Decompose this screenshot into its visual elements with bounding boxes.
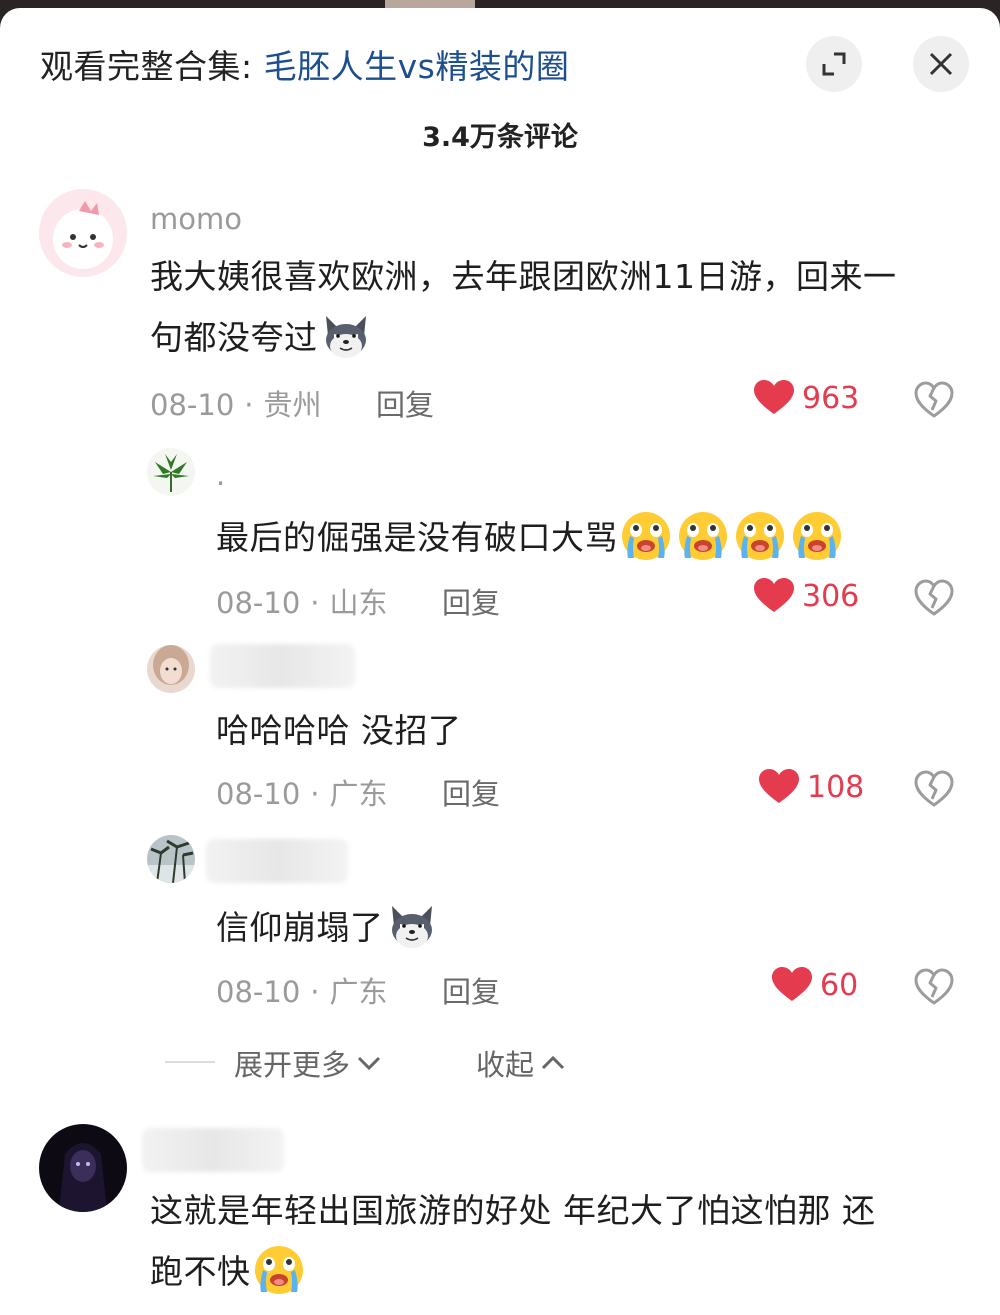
comment-text: 最后的倔强是没有破口大骂 — [216, 506, 936, 567]
sly-wolf-emoji — [384, 896, 440, 952]
like-count: 963 — [802, 380, 860, 416]
like-count: 306 — [802, 578, 860, 614]
broken-heart-icon[interactable] — [914, 578, 954, 618]
heart-icon — [754, 380, 794, 416]
expand-button[interactable] — [806, 36, 862, 92]
video-preview-strip — [385, 0, 475, 8]
username-blurred[interactable] — [142, 1128, 284, 1172]
heart-icon — [759, 769, 799, 805]
collapse-button[interactable]: 收起 — [476, 1042, 566, 1084]
heart-icon — [772, 967, 812, 1003]
comment-meta: 08-10 · 广东 — [216, 975, 388, 1009]
comment-count: 3.4万条评论 — [422, 122, 578, 153]
comment-location: 山东 — [329, 586, 388, 620]
comment-text: 这就是年轻出国旅游的好处 年纪大了怕这怕那 还 跑不快 — [150, 1182, 950, 1301]
comment-date: 08-10 — [216, 975, 301, 1009]
chevron-up-icon — [541, 1055, 565, 1070]
comment-date: 08-10 — [216, 777, 301, 811]
like-button[interactable]: 60 — [772, 967, 858, 1003]
thread-divider — [165, 1061, 215, 1063]
broken-heart-icon[interactable] — [914, 967, 954, 1007]
comment-location: 广东 — [329, 975, 388, 1009]
broken-heart-icon[interactable] — [914, 769, 954, 809]
comment-text: 哈哈哈哈 没招了 — [216, 711, 462, 750]
comment-text-line: 这就是年轻出国旅游的好处 年纪大了怕这怕那 还 — [150, 1191, 876, 1230]
reply-button[interactable]: 回复 — [376, 382, 434, 424]
like-count: 108 — [807, 769, 865, 805]
comment-location: 贵州 — [263, 388, 322, 422]
comment-text: 信仰崩塌了 — [216, 896, 936, 957]
comment-meta: 08-10 · 广东 — [216, 777, 388, 811]
plant-avatar-image — [153, 454, 189, 492]
dark-character-avatar-image — [59, 1143, 107, 1212]
like-button[interactable]: 108 — [759, 769, 864, 805]
palm-trees-avatar-image — [147, 839, 195, 883]
crying-face-emoji — [251, 1240, 307, 1296]
like-count: 60 — [820, 967, 859, 1003]
pink-mascot-avatar-image — [53, 201, 113, 269]
username[interactable]: . — [216, 458, 225, 492]
like-button[interactable]: 306 — [754, 578, 859, 614]
close-button[interactable] — [913, 36, 969, 92]
reply-button[interactable]: 回复 — [442, 771, 500, 813]
comment-text-line-2: 跑不快 — [150, 1240, 950, 1301]
collection-title[interactable]: 观看完整合集: 毛胚人生vs精装的圈 — [40, 40, 569, 88]
collapse-label: 收起 — [476, 1048, 535, 1082]
close-icon — [929, 52, 953, 76]
girl-portrait-avatar-image — [153, 645, 189, 685]
avatar[interactable] — [39, 1124, 127, 1212]
comment-text: 我大姨很喜欢欧洲，去年跟团欧洲11日游，回来一 句都没夸过 — [150, 248, 950, 367]
crying-face-emoji — [675, 506, 731, 562]
comment-date: 08-10 — [216, 586, 301, 620]
broken-heart-icon[interactable] — [914, 380, 954, 420]
avatar[interactable] — [39, 189, 127, 277]
username[interactable]: momo — [150, 202, 242, 236]
reply-button[interactable]: 回复 — [442, 580, 500, 622]
crying-face-emoji — [618, 506, 674, 562]
username-blurred[interactable] — [206, 839, 348, 883]
comment-meta: 08-10 · 山东 — [216, 586, 388, 620]
heart-icon — [754, 578, 794, 614]
comment-date: 08-10 — [150, 388, 235, 422]
expand-icon — [822, 52, 846, 76]
comment-location: 广东 — [329, 777, 388, 811]
like-button[interactable]: 963 — [754, 380, 859, 416]
avatar[interactable] — [147, 645, 195, 693]
comment-text-line-2: 句都没夸过 — [150, 306, 950, 367]
crying-face-emoji — [789, 506, 845, 562]
avatar[interactable] — [147, 835, 195, 883]
avatar[interactable] — [147, 448, 195, 496]
chevron-down-icon — [357, 1056, 381, 1071]
crying-face-emoji — [732, 506, 788, 562]
collection-link[interactable]: 毛胚人生vs精装的圈 — [264, 47, 570, 86]
reply-button[interactable]: 回复 — [442, 969, 500, 1011]
comment-text-line: 我大姨很喜欢欧洲，去年跟团欧洲11日游，回来一 — [150, 257, 897, 296]
username-blurred[interactable] — [210, 644, 355, 688]
comment-sheet: 观看完整合集: 毛胚人生vs精装的圈 3.4万条评论 momo 我大姨很喜欢欧洲… — [0, 8, 1000, 1315]
expand-more-label: 展开更多 — [234, 1048, 351, 1082]
expand-more-button[interactable]: 展开更多 — [234, 1042, 382, 1084]
collection-title-prefix: 观看完整合集: — [40, 47, 264, 86]
comment-meta: 08-10 · 贵州 — [150, 388, 322, 422]
sly-wolf-emoji — [318, 306, 374, 362]
